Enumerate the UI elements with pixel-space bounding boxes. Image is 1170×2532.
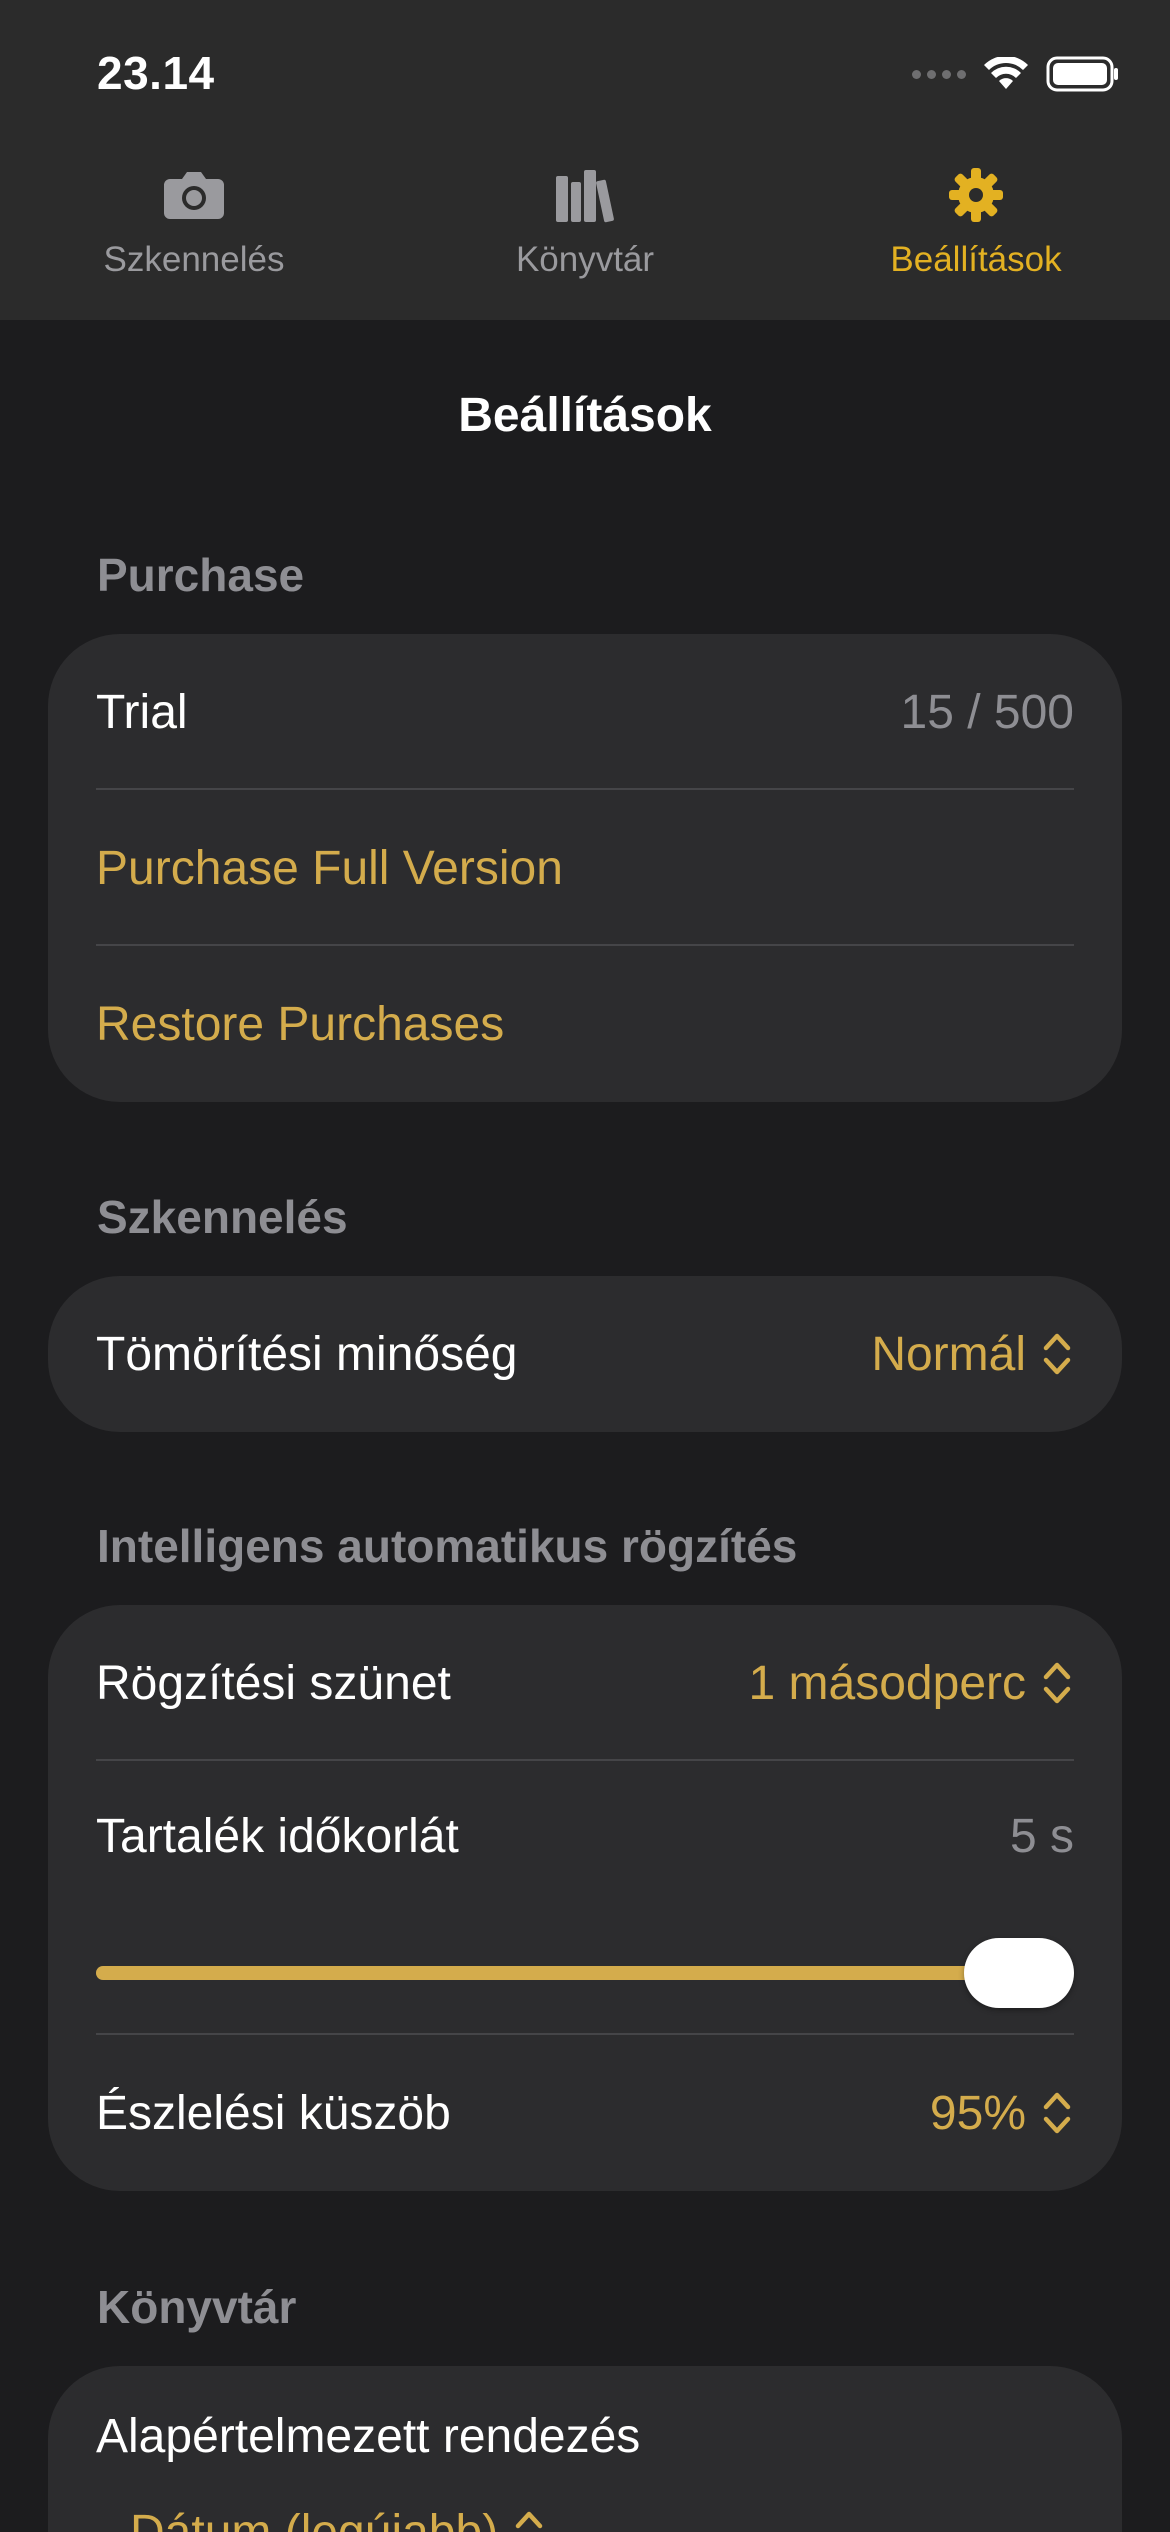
purchase-full-version-label: Purchase Full Version xyxy=(96,841,563,895)
fallback-timeout-row: Tartalék időkorlát 5 s xyxy=(48,1761,1122,1911)
default-sort-row: Alapértelmezett rendezés xyxy=(48,2366,1122,2506)
chevron-up-down-icon xyxy=(1043,1333,1071,1375)
page-title: Beállítások xyxy=(458,389,712,442)
top-bar: 23.14 Szkennelés Könyvtár Beállítások xyxy=(0,0,1170,320)
default-sort-label: Alapértelmezett rendezés xyxy=(96,2409,641,2463)
compression-quality-value: Normál xyxy=(871,1327,1026,1381)
compression-quality-row: Tömörítési minőség Normál xyxy=(48,1276,1122,1432)
tab-bar: Szkennelés Könyvtár Beállítások xyxy=(0,160,1170,300)
fallback-timeout-slider[interactable] xyxy=(96,1938,1074,2008)
default-sort-value: Dátum (legújabb) xyxy=(130,2505,499,2532)
detection-threshold-picker[interactable]: 95% xyxy=(930,2085,1074,2141)
slider-thumb[interactable] xyxy=(964,1938,1074,2008)
capture-pause-value: 1 másodperc xyxy=(748,1656,1026,1710)
trial-value: 15 / 500 xyxy=(900,685,1074,739)
detection-threshold-row: Észlelési küszöb 95% xyxy=(48,2035,1122,2191)
status-time: 23.14 xyxy=(97,47,215,99)
slider-fill xyxy=(96,1966,1019,1980)
tab-library-label: Könyvtár xyxy=(515,240,655,279)
tab-scanning-label: Szkennelés xyxy=(103,240,285,279)
tab-library[interactable]: Könyvtár xyxy=(435,160,735,300)
section-header-purchase: Purchase xyxy=(97,549,305,601)
chevron-up-down-icon xyxy=(515,2511,543,2529)
purchase-card: Trial 15 / 500 Purchase Full Version Res… xyxy=(48,634,1122,1102)
smart-capture-card: Rögzítési szünet 1 másodperc Tartalék id… xyxy=(48,1605,1122,2191)
status-icons xyxy=(912,52,1120,96)
restore-purchases-button[interactable]: Restore Purchases xyxy=(48,946,1122,1102)
section-header-smart-capture: Intelligens automatikus rögzítés xyxy=(97,1520,798,1572)
fallback-timeout-slider-row xyxy=(48,1911,1122,2035)
detection-threshold-label: Észlelési küszöb xyxy=(96,2086,451,2140)
cellular-signal-icon xyxy=(912,69,966,79)
library-card: Alapértelmezett rendezés Dátum (legújabb… xyxy=(48,2366,1122,2532)
fallback-timeout-label: Tartalék időkorlát xyxy=(96,1809,459,1863)
settings-screen: 23.14 Szkennelés Könyvtár Beállítások Be… xyxy=(0,0,1170,2532)
purchase-full-version-button[interactable]: Purchase Full Version xyxy=(48,790,1122,946)
capture-pause-picker[interactable]: 1 másodperc xyxy=(749,1655,1074,1711)
gear-icon xyxy=(941,160,1011,230)
chevron-up-down-icon xyxy=(1043,1662,1071,1704)
fallback-timeout-value: 5 s xyxy=(1009,1809,1074,1863)
tab-scanning[interactable]: Szkennelés xyxy=(44,160,344,300)
compression-quality-label: Tömörítési minőség xyxy=(96,1327,518,1381)
section-header-scanning: Szkennelés xyxy=(97,1191,348,1243)
capture-pause-row: Rögzítési szünet 1 másodperc xyxy=(48,1605,1122,1761)
library-icon xyxy=(550,160,620,230)
wifi-icon xyxy=(984,57,1028,89)
default-sort-picker[interactable]: Dátum (legújabb) xyxy=(130,2504,546,2532)
tab-settings-label: Beállítások xyxy=(890,240,1062,279)
detection-threshold-value: 95% xyxy=(929,2086,1026,2140)
tab-settings[interactable]: Beállítások xyxy=(826,160,1126,300)
capture-pause-label: Rögzítési szünet xyxy=(96,1656,451,1710)
trial-label: Trial xyxy=(96,685,188,739)
chevron-up-down-icon xyxy=(1043,2092,1071,2134)
restore-purchases-label: Restore Purchases xyxy=(96,997,505,1051)
section-header-library: Könyvtár xyxy=(97,2281,297,2333)
compression-quality-picker[interactable]: Normál xyxy=(871,1326,1074,1382)
camera-icon xyxy=(159,160,229,230)
scanning-card: Tömörítési minőség Normál xyxy=(48,1276,1122,1432)
battery-icon xyxy=(1046,56,1118,92)
trial-row: Trial 15 / 500 xyxy=(48,634,1122,790)
